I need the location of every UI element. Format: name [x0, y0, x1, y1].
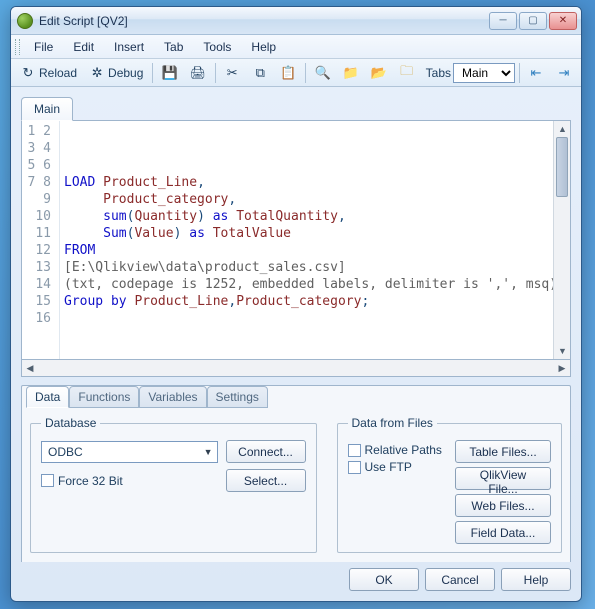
database-fieldset: Database ODBC ▼ Connect... Force 32 Bit — [30, 416, 317, 553]
ok-button[interactable]: OK — [349, 568, 419, 591]
database-type-combo[interactable]: ODBC ▼ — [41, 441, 218, 463]
folder-icon: 📁 — [343, 65, 359, 81]
lower-panel: Data Functions Variables Settings Databa… — [21, 385, 571, 562]
tabs-selector[interactable]: Main — [453, 63, 515, 83]
tab-variables[interactable]: Variables — [139, 386, 206, 408]
scroll-up-arrow[interactable]: ▲ — [554, 121, 571, 137]
outdent-icon: ⇤ — [528, 65, 544, 81]
menu-edit[interactable]: Edit — [63, 37, 104, 57]
tab-data[interactable]: Data — [26, 386, 69, 408]
print-icon: 🖨 — [190, 65, 206, 81]
debug-label: Debug — [108, 66, 143, 80]
use-ftp-label: Use FTP — [365, 460, 412, 474]
paste-icon: 📋 — [280, 65, 296, 81]
select-button[interactable]: Select... — [226, 469, 306, 492]
minimize-button[interactable]: ─ — [489, 12, 517, 30]
help-button[interactable]: Help — [501, 568, 571, 591]
chevron-down-icon: ▼ — [204, 447, 213, 457]
body-area: Main 1 2 3 4 5 6 7 8 9 10 11 12 13 14 15… — [11, 87, 581, 562]
qlikview-file-button[interactable]: QlikView File... — [455, 467, 551, 490]
script-tabs: Main — [21, 97, 571, 121]
menu-tab[interactable]: Tab — [154, 37, 193, 57]
copy-icon: ⧉ — [252, 65, 268, 81]
dialog-footer: OK Cancel Help — [11, 562, 581, 601]
editor-group: Main 1 2 3 4 5 6 7 8 9 10 11 12 13 14 15… — [21, 97, 571, 377]
files-fieldset: Data from Files Relative Paths Use FTP — [337, 416, 562, 553]
force-32bit-label: Force 32 Bit — [58, 474, 123, 488]
edit-script-window: Edit Script [QV2] ─ ▢ ✕ File Edit Insert… — [10, 6, 582, 602]
line-gutter: 1 2 3 4 5 6 7 8 9 10 11 12 13 14 15 16 — [22, 121, 60, 359]
indent-button[interactable]: ⇥ — [551, 62, 577, 84]
relative-paths-checkbox[interactable] — [348, 444, 361, 457]
folder3-button[interactable]: 🗀 — [394, 62, 420, 84]
app-icon — [17, 13, 33, 29]
vertical-scrollbar[interactable]: ▲ ▼ — [553, 121, 570, 359]
scroll-thumb[interactable] — [556, 137, 568, 197]
close-button[interactable]: ✕ — [549, 12, 577, 30]
database-legend: Database — [41, 416, 100, 430]
lower-tabs: Data Functions Variables Settings — [26, 386, 562, 408]
menu-tools[interactable]: Tools — [193, 37, 241, 57]
window-title: Edit Script [QV2] — [39, 14, 489, 28]
tab-functions[interactable]: Functions — [69, 386, 139, 408]
folder-icon: 🗀 — [399, 65, 415, 81]
menu-help[interactable]: Help — [241, 37, 286, 57]
print-button[interactable]: 🖨 — [185, 62, 211, 84]
relative-paths-label: Relative Paths — [365, 443, 442, 457]
scroll-right-arrow[interactable]: ▶ — [554, 360, 570, 376]
save-icon: 💾 — [162, 65, 178, 81]
toolbar: ↻ Reload ✲ Debug 💾 🖨 ✂ ⧉ 📋 🔍 📁 📂 🗀 Tabs … — [11, 59, 581, 87]
tab-main[interactable]: Main — [21, 97, 73, 121]
tabs-label: Tabs — [426, 66, 451, 80]
scroll-left-arrow[interactable]: ◀ — [22, 360, 38, 376]
folder2-button[interactable]: 📂 — [366, 62, 392, 84]
cancel-button[interactable]: Cancel — [425, 568, 495, 591]
reload-icon: ↻ — [20, 65, 36, 81]
debug-icon: ✲ — [89, 65, 105, 81]
search-button[interactable]: 🔍 — [310, 62, 336, 84]
debug-button[interactable]: ✲ Debug — [84, 62, 148, 84]
force-32bit-checkbox[interactable] — [41, 474, 54, 487]
menubar: File Edit Insert Tab Tools Help — [11, 35, 581, 59]
menu-grip[interactable] — [15, 39, 20, 55]
connect-button[interactable]: Connect... — [226, 440, 306, 463]
outdent-button[interactable]: ⇤ — [523, 62, 549, 84]
save-button[interactable]: 💾 — [157, 62, 183, 84]
folder1-button[interactable]: 📁 — [338, 62, 364, 84]
menu-insert[interactable]: Insert — [104, 37, 154, 57]
field-data-button[interactable]: Field Data... — [455, 521, 551, 544]
reload-button[interactable]: ↻ Reload — [15, 62, 82, 84]
cut-icon: ✂ — [224, 65, 240, 81]
indent-icon: ⇥ — [556, 65, 572, 81]
lower-body: Database ODBC ▼ Connect... Force 32 Bit — [30, 408, 562, 553]
reload-label: Reload — [39, 66, 77, 80]
tab-settings[interactable]: Settings — [207, 386, 268, 408]
folder-icon: 📂 — [371, 65, 387, 81]
maximize-button[interactable]: ▢ — [519, 12, 547, 30]
table-files-button[interactable]: Table Files... — [455, 440, 551, 463]
cut-button[interactable]: ✂ — [219, 62, 245, 84]
search-icon: 🔍 — [315, 65, 331, 81]
code-area[interactable]: LOAD Product_Line, Product_category, sum… — [60, 121, 553, 359]
web-files-button[interactable]: Web Files... — [455, 494, 551, 517]
database-type-value: ODBC — [48, 445, 83, 459]
paste-button[interactable]: 📋 — [275, 62, 301, 84]
titlebar: Edit Script [QV2] ─ ▢ ✕ — [11, 7, 581, 35]
use-ftp-checkbox[interactable] — [348, 461, 361, 474]
files-legend: Data from Files — [348, 416, 437, 430]
menu-file[interactable]: File — [24, 37, 63, 57]
horizontal-scrollbar[interactable]: ◀ ▶ — [21, 360, 571, 377]
window-controls: ─ ▢ ✕ — [489, 12, 577, 30]
scroll-down-arrow[interactable]: ▼ — [554, 343, 571, 359]
code-editor[interactable]: 1 2 3 4 5 6 7 8 9 10 11 12 13 14 15 16 L… — [21, 120, 571, 360]
copy-button[interactable]: ⧉ — [247, 62, 273, 84]
